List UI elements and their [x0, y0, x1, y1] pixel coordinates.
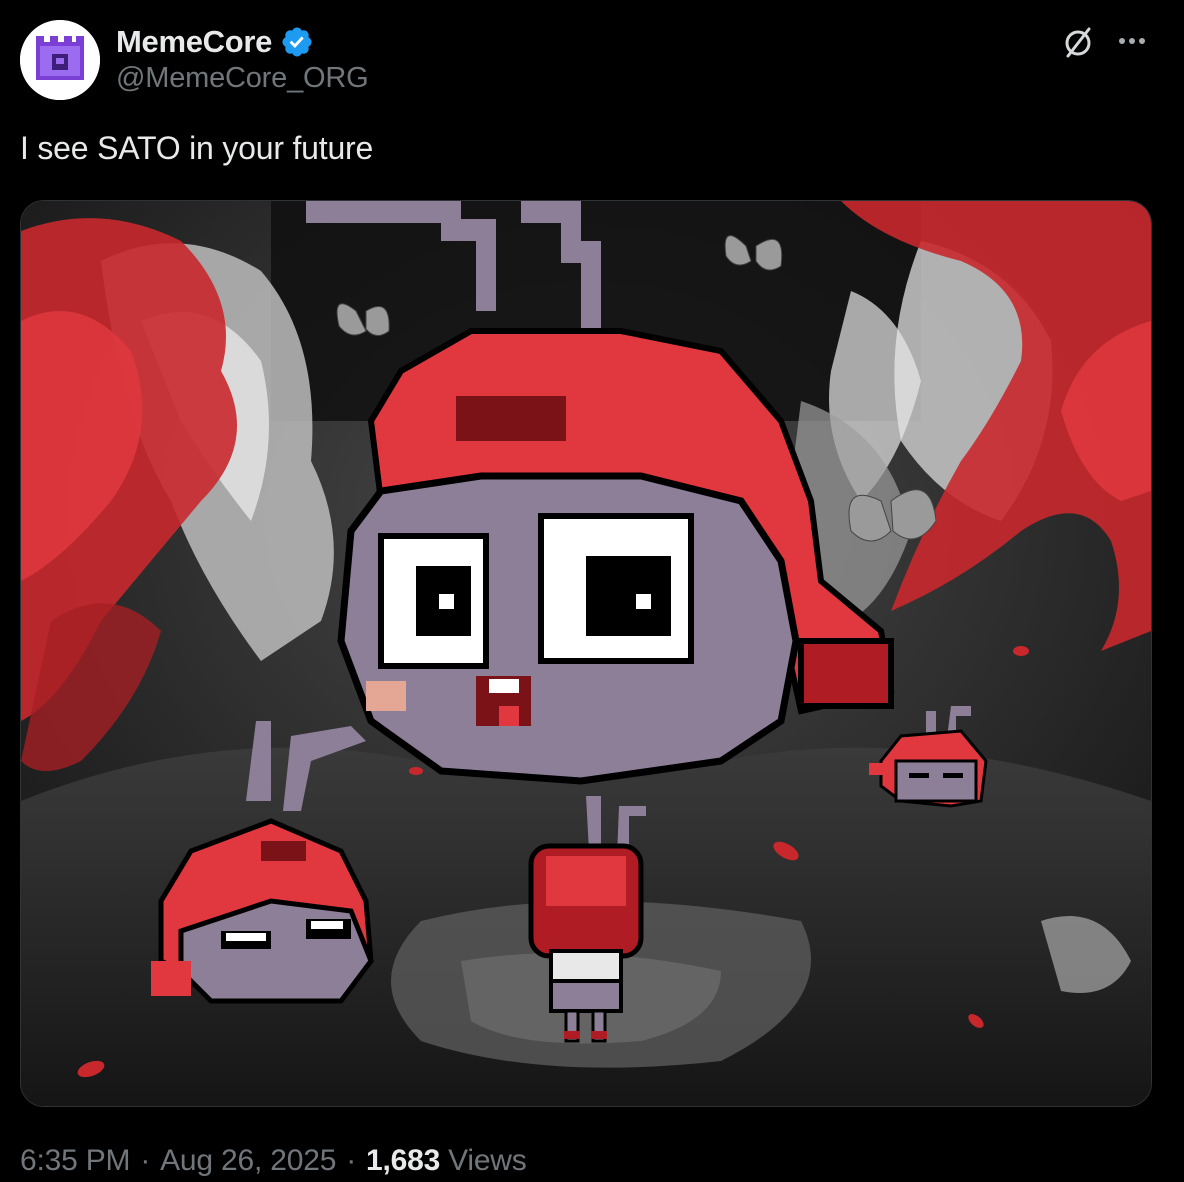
tweet-text: I see SATO in your future — [20, 130, 374, 166]
author-handle[interactable]: @MemeCore_ORG — [116, 62, 369, 95]
more-options-icon[interactable] — [1112, 26, 1152, 56]
author-name-row: MemeCore — [116, 22, 314, 62]
tweet-date[interactable]: Aug 26, 2025 — [160, 1144, 336, 1178]
memecore-logo-icon — [20, 20, 100, 100]
sato-pixel-ant-artwork — [21, 201, 1151, 1106]
meta-separator: · — [346, 1144, 357, 1177]
grok-icon[interactable] — [1060, 24, 1096, 60]
tweet-time[interactable]: 6:35 PM — [20, 1144, 131, 1178]
views-label: Views — [448, 1144, 527, 1177]
tweet-meta: 6:35 PM · Aug 26, 2025 · 1,683 Views — [20, 1144, 527, 1178]
views-count: 1,683 — [366, 1144, 441, 1177]
verified-badge-icon[interactable] — [280, 25, 314, 59]
display-name[interactable]: MemeCore — [116, 24, 272, 60]
meta-separator: · — [140, 1144, 151, 1177]
tweet-media-image[interactable] — [20, 200, 1152, 1107]
avatar[interactable] — [20, 20, 100, 100]
